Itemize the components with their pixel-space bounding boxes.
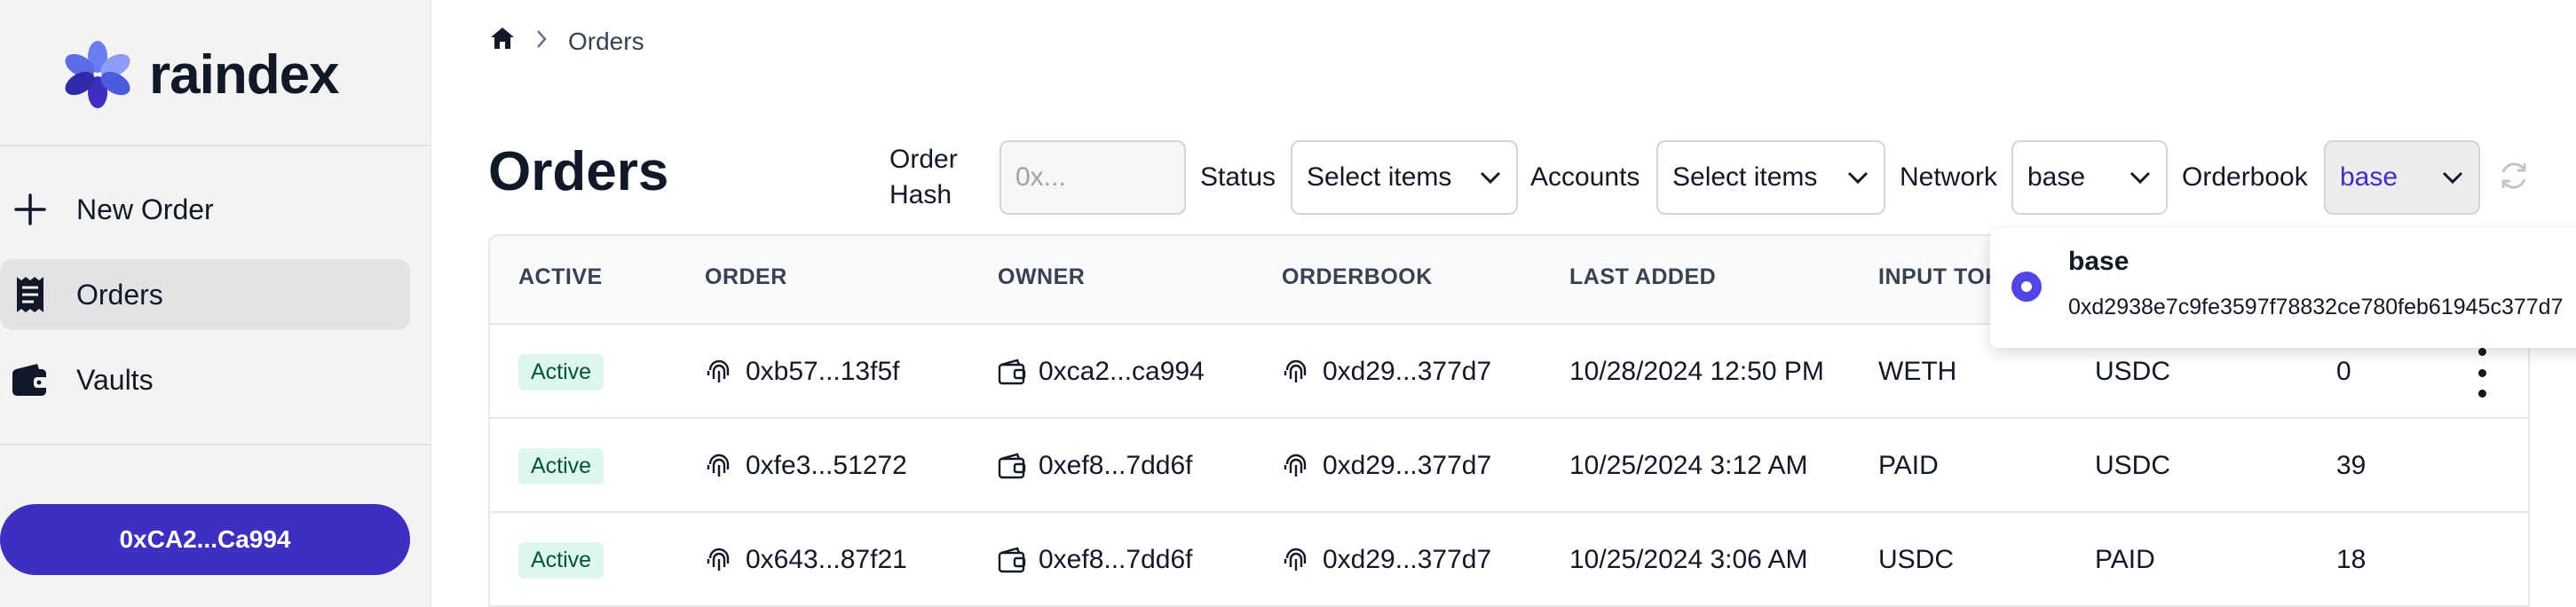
- owner-address[interactable]: 0xca2...ca994: [1039, 357, 1205, 387]
- chevron-right-icon: [534, 28, 549, 56]
- order-hash[interactable]: 0xfe3...51272: [746, 451, 907, 481]
- breadcrumb-current: Orders: [568, 27, 644, 55]
- order-hash-label: Order Hash: [889, 145, 958, 209]
- table-row[interactable]: Active 0x643...87f21 0xef8...7dd6f 0xd29…: [490, 513, 2528, 607]
- accounts-select[interactable]: Select items: [1656, 140, 1885, 215]
- last-added: 10/25/2024 3:06 AM: [1569, 545, 1808, 574]
- owner-address[interactable]: 0xef8...7dd6f: [1039, 451, 1192, 481]
- plus-icon: [11, 190, 50, 229]
- network-select-value: base: [2027, 162, 2086, 192]
- order-hash-placeholder: 0x...: [1015, 162, 1066, 192]
- status-select-value: Select items: [1307, 162, 1452, 192]
- owner-address[interactable]: 0xef8...7dd6f: [1039, 545, 1192, 575]
- sidebar-item-label: New Order: [76, 193, 214, 225]
- sidebar-item-orders[interactable]: Orders: [0, 259, 410, 330]
- orderbook-label: Orderbook: [2182, 162, 2308, 192]
- orderbook-address[interactable]: 0xd29...377d7: [1323, 451, 1491, 481]
- receipt-icon: [11, 275, 50, 314]
- app-name: raindex: [149, 43, 340, 106]
- orderbook-option-address[interactable]: 0xd2938e7c9fe3597f78832ce780feb61945c377…: [2068, 295, 2563, 320]
- breadcrumb: Orders: [490, 27, 644, 56]
- sidebar-divider: [0, 444, 431, 445]
- raindex-logo-icon: [65, 41, 130, 108]
- trade-count: 18: [2336, 545, 2367, 574]
- status-badge: Active: [518, 541, 604, 579]
- input-token: PAID: [1878, 451, 1939, 480]
- sidebar: raindex New Order Orders Vaults 0xCA2...…: [0, 0, 431, 607]
- wallet-icon: [998, 453, 1026, 479]
- status-select[interactable]: Select items: [1291, 140, 1518, 215]
- orderbook-select[interactable]: base: [2324, 140, 2480, 215]
- network-label: Network: [1900, 162, 1998, 192]
- sidebar-item-new-order[interactable]: New Order: [0, 174, 410, 245]
- fingerprint-icon: [1284, 453, 1307, 477]
- last-added: 10/25/2024 3:12 AM: [1569, 451, 1808, 480]
- chevron-down-icon: [1847, 171, 1869, 185]
- home-icon[interactable]: [490, 27, 515, 56]
- orderbook-option-radio[interactable]: [2011, 272, 2042, 302]
- last-added: 10/28/2024 12:50 PM: [1569, 357, 1824, 386]
- orderbook-option-name[interactable]: base: [2068, 247, 2129, 277]
- column-header-active: ACTIVE: [518, 264, 603, 289]
- fingerprint-icon: [707, 359, 730, 382]
- accounts-select-value: Select items: [1672, 162, 1818, 192]
- status-label: Status: [1200, 162, 1276, 192]
- orderbook-select-value: base: [2340, 162, 2398, 192]
- column-header-order: ORDER: [705, 264, 787, 289]
- orderbook-address[interactable]: 0xd29...377d7: [1323, 545, 1491, 575]
- input-token: WETH: [1878, 357, 1957, 386]
- sidebar-item-label: Orders: [76, 278, 163, 311]
- order-hash-input[interactable]: 0x...: [1000, 140, 1186, 215]
- fingerprint-icon: [1284, 548, 1307, 571]
- chevron-down-icon: [2442, 171, 2463, 185]
- wallet-icon: [11, 360, 50, 399]
- order-hash[interactable]: 0x643...87f21: [746, 545, 907, 575]
- page-title: Orders: [488, 141, 669, 202]
- fingerprint-icon: [707, 453, 730, 477]
- trade-count: 39: [2336, 451, 2367, 480]
- wallet-icon: [998, 547, 1026, 573]
- column-header-owner: OWNER: [998, 264, 1086, 289]
- wallet-icon: [998, 359, 1026, 385]
- fingerprint-icon: [1284, 359, 1307, 382]
- sidebar-divider: [0, 145, 431, 146]
- output-token: PAID: [2095, 545, 2155, 574]
- logo[interactable]: raindex: [64, 39, 340, 110]
- network-select[interactable]: base: [2011, 140, 2168, 215]
- chevron-down-icon: [1480, 171, 1501, 185]
- accounts-label: Accounts: [1530, 162, 1640, 192]
- output-token: USDC: [2095, 451, 2171, 480]
- order-hash[interactable]: 0xb57...13f5f: [746, 357, 899, 387]
- table-row[interactable]: Active 0xfe3...51272 0xef8...7dd6f 0xd29…: [490, 419, 2528, 513]
- chevron-down-icon: [2130, 171, 2151, 185]
- fingerprint-icon: [707, 548, 730, 571]
- wallet-connect-button[interactable]: 0xCA2...Ca994: [0, 504, 410, 575]
- column-header-last-added: LAST ADDED: [1569, 264, 1717, 289]
- row-actions-menu-icon[interactable]: [2477, 348, 2487, 398]
- status-badge: Active: [518, 353, 604, 390]
- column-header-orderbook: ORDERBOOK: [1282, 264, 1433, 289]
- orderbook-address[interactable]: 0xd29...377d7: [1323, 357, 1491, 387]
- sidebar-item-label: Vaults: [76, 363, 154, 396]
- input-token: USDC: [1878, 545, 1955, 574]
- status-badge: Active: [518, 447, 604, 485]
- sidebar-item-vaults[interactable]: Vaults: [0, 344, 410, 415]
- refresh-icon[interactable]: [2496, 158, 2532, 193]
- orderbook-dropdown: base 0xd2938e7c9fe3597f78832ce780feb6194…: [1990, 229, 2576, 348]
